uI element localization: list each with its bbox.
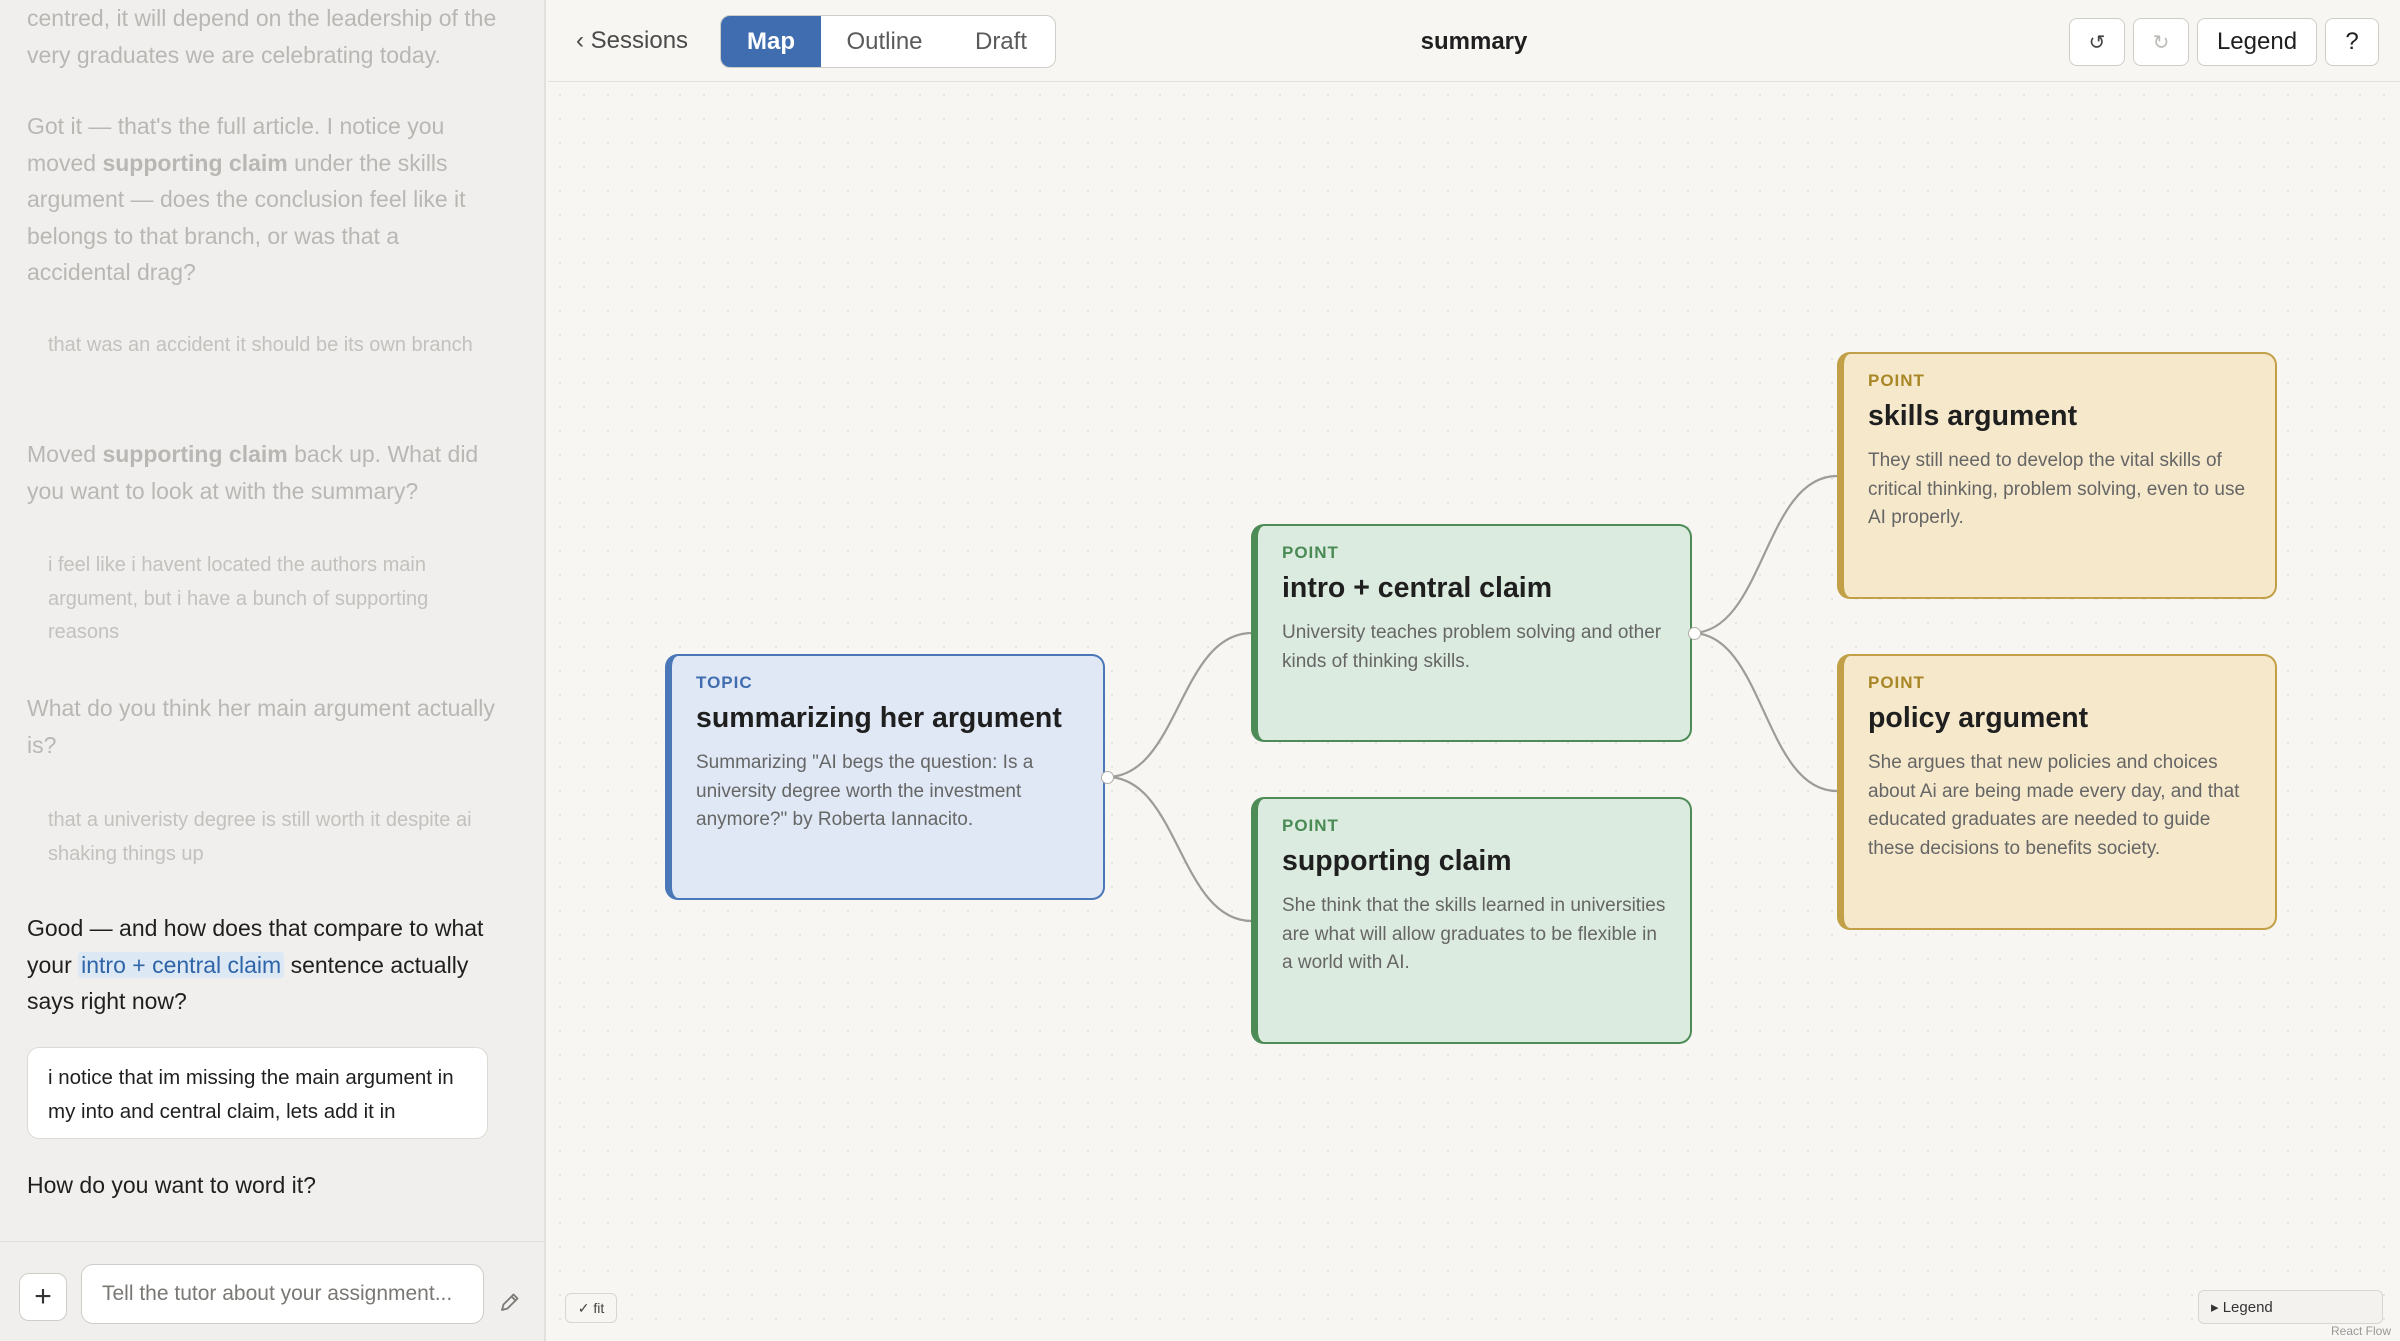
message-text: What do you think her main argument actu… xyxy=(27,695,495,758)
redo-button[interactable]: ↻ xyxy=(2133,18,2189,66)
tab-outline[interactable]: Outline xyxy=(821,16,948,67)
edge-intro-skills xyxy=(1691,474,1838,635)
legend-toggle[interactable]: ▸ Legend xyxy=(2198,1290,2383,1324)
map-node-skills[interactable]: POINT skills argument They still need to… xyxy=(1837,352,2277,599)
react-flow-attribution[interactable]: React Flow xyxy=(2331,1324,2391,1338)
top-bar: ‹ Sessions Map Outline Draft summary ↺ ↻… xyxy=(548,0,2400,82)
node-title: summarizing her argument xyxy=(696,702,1062,734)
edge-topic-intro xyxy=(1106,631,1253,779)
message-text: How do you want to word it? xyxy=(27,1172,316,1198)
chat-input-bar: + xyxy=(0,1241,544,1341)
node-body: She think that the skills learned in uni… xyxy=(1282,895,1666,973)
node-reference[interactable]: supporting claim xyxy=(102,441,287,467)
tab-map[interactable]: Map xyxy=(721,16,821,67)
node-title: intro + central claim xyxy=(1282,572,1553,604)
map-node-policy[interactable]: POINT policy argument She argues that ne… xyxy=(1837,654,2277,930)
tutor-message: What do you think her main argument actu… xyxy=(27,690,497,763)
node-handle[interactable] xyxy=(1688,627,1701,640)
view-tabs: Map Outline Draft xyxy=(720,15,1056,68)
fit-view-button[interactable]: ✓ fit xyxy=(565,1293,617,1323)
user-message: that a univeristy degree is still worth … xyxy=(48,804,488,871)
tutor-message: Moved supporting claim back up. What did… xyxy=(27,436,497,509)
node-kind: POINT xyxy=(1868,371,1925,390)
edge-intro-policy xyxy=(1691,631,1838,793)
message-text: that was an accident it should be its ow… xyxy=(48,334,473,356)
node-body: Summarizing "AI begs the question: Is a … xyxy=(696,752,1034,830)
node-title: policy argument xyxy=(1868,702,2089,734)
tutor-message: Got it — that's the full article. I noti… xyxy=(27,108,497,291)
node-reference[interactable]: supporting claim xyxy=(102,150,287,176)
node-body: They still need to develop the vital ski… xyxy=(1868,450,2246,528)
help-button[interactable]: ? xyxy=(2325,18,2379,66)
map-node-topic[interactable]: TOPIC summarizing her argument Summarizi… xyxy=(665,654,1105,900)
node-reference[interactable]: intro + central claim xyxy=(78,951,285,978)
back-to-sessions-link[interactable]: ‹ Sessions xyxy=(576,27,688,55)
message-text: i feel like i havent located the authors… xyxy=(48,554,429,643)
user-message: i feel like i havent located the authors… xyxy=(48,549,488,650)
node-title: supporting claim xyxy=(1282,845,1512,877)
undo-button[interactable]: ↺ xyxy=(2069,18,2125,66)
node-kind: POINT xyxy=(1282,816,1339,835)
tutor-message: centred, it will depend on the leadershi… xyxy=(27,0,497,73)
map-canvas[interactable]: TOPIC summarizing her argument Summarizi… xyxy=(548,83,2400,1341)
map-node-intro[interactable]: POINT intro + central claim University t… xyxy=(1251,524,1692,742)
node-kind: POINT xyxy=(1282,543,1339,562)
node-body: She argues that new policies and choices… xyxy=(1868,752,2240,859)
pencil-icon[interactable] xyxy=(498,1290,522,1314)
message-text: that a univeristy degree is still worth … xyxy=(48,809,472,865)
message-text: centred, it will depend on the leadershi… xyxy=(27,5,497,68)
tab-draft[interactable]: Draft xyxy=(948,16,1054,67)
map-node-supporting[interactable]: POINT supporting claim She think that th… xyxy=(1251,797,1692,1044)
node-kind: TOPIC xyxy=(696,673,753,692)
add-attachment-button[interactable]: + xyxy=(19,1273,67,1321)
user-message-bubble: i notice that im missing the main argume… xyxy=(27,1047,488,1139)
tutor-chat-panel: centred, it will depend on the leadershi… xyxy=(0,0,546,1341)
chat-transcript[interactable]: centred, it will depend on the leadershi… xyxy=(0,0,544,1240)
node-handle[interactable] xyxy=(1101,771,1114,784)
node-kind: POINT xyxy=(1868,673,1925,692)
user-message: that was an accident it should be its ow… xyxy=(48,329,488,363)
edge-topic-support xyxy=(1106,775,1253,923)
node-body: University teaches problem solving and o… xyxy=(1282,622,1662,672)
tutor-message: How do you want to word it? xyxy=(27,1167,497,1204)
chat-input[interactable] xyxy=(81,1264,484,1324)
legend-button[interactable]: Legend xyxy=(2197,18,2317,66)
message-text: Moved xyxy=(27,441,103,467)
node-title: skills argument xyxy=(1868,400,2078,432)
message-text: i notice that im missing the main argume… xyxy=(48,1066,454,1123)
tutor-message: Good — and how does that compare to what… xyxy=(27,910,497,1020)
